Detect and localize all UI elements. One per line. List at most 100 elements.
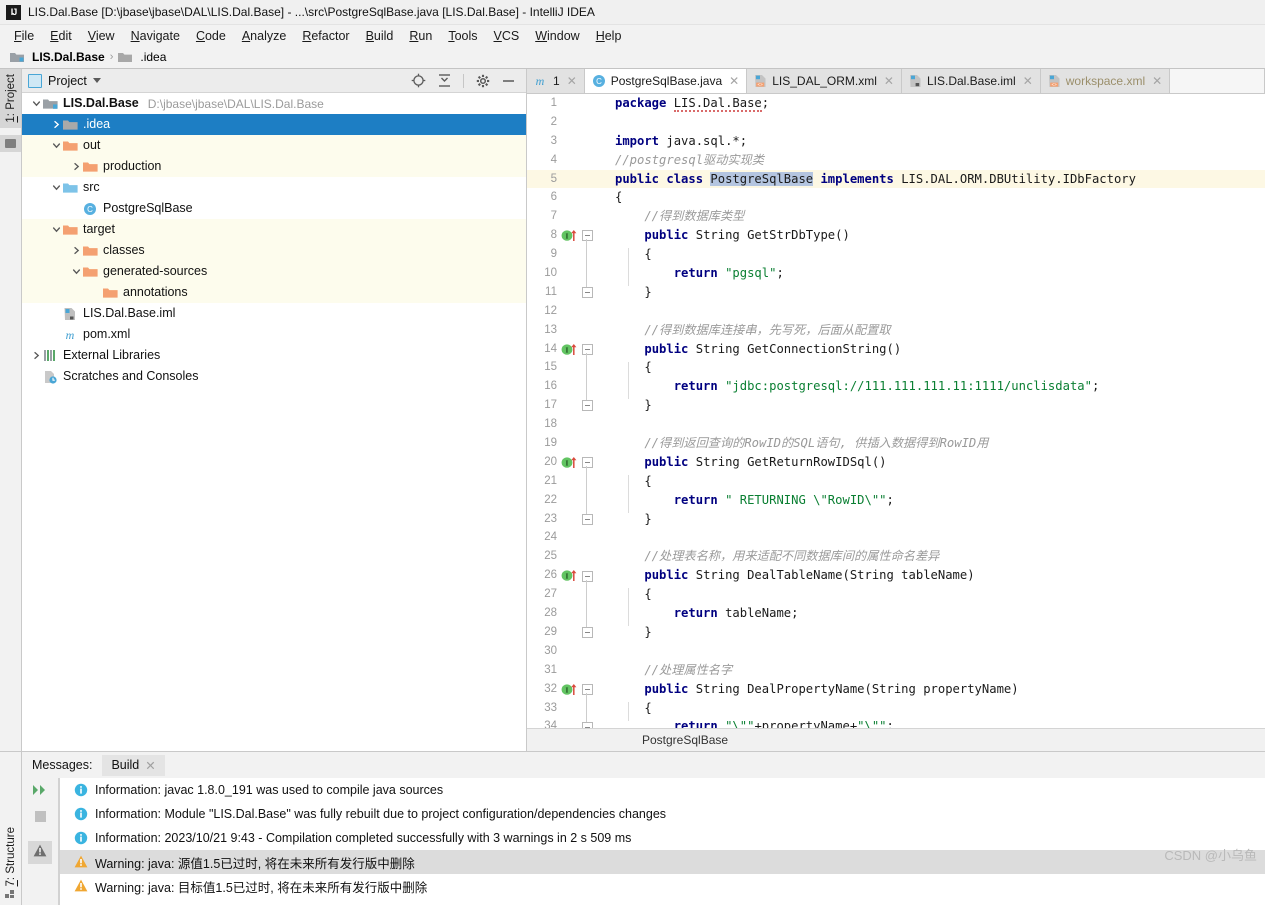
close-icon[interactable]: ✕: [567, 74, 577, 88]
code-token: String GetReturnRowIDSql(): [695, 454, 887, 469]
editor-tab-lis_dal_orm-xml[interactable]: <> LIS_DAL_ORM.xml ✕: [747, 69, 902, 93]
locate-target-icon[interactable]: [411, 73, 426, 88]
code-editor[interactable]: 1 package LIS.Dal.Base; 2 3 import java.sql.…: [527, 94, 1265, 728]
tree-chevron-down-icon[interactable]: [50, 141, 63, 150]
grid-icon[interactable]: [5, 889, 16, 903]
fold-collapse-icon[interactable]: [582, 513, 593, 525]
menu-item-refactor[interactable]: Refactor: [294, 28, 357, 44]
collapse-all-icon[interactable]: [437, 73, 452, 88]
close-icon[interactable]: ✕: [145, 758, 155, 773]
close-icon[interactable]: ✕: [1152, 74, 1162, 88]
build-message-row[interactable]: Information: javac 1.8.0_191 was used to…: [60, 778, 1265, 802]
tree-row-src[interactable]: src: [22, 177, 526, 198]
tool-button-project[interactable]: 1: Project: [0, 69, 21, 128]
editor-tab-1[interactable]: m 1 ✕: [527, 69, 585, 93]
build-message-row[interactable]: Information: Module "LIS.Dal.Base" was f…: [60, 802, 1265, 826]
tree-row-postgresqlbase[interactable]: C PostgreSqlBase: [22, 198, 526, 219]
code-line: 1 package LIS.Dal.Base;: [527, 94, 1265, 113]
menu-item-run[interactable]: Run: [401, 28, 440, 44]
implements-method-icon[interactable]: I: [561, 456, 583, 469]
tree-row-target[interactable]: target: [22, 219, 526, 240]
fold-collapse-icon[interactable]: [582, 721, 593, 728]
tree-row--idea[interactable]: .idea: [22, 114, 526, 135]
code-line: 25 //处理表名称，用来适配不同数据库间的属性命名差异: [527, 547, 1265, 566]
chevron-down-icon[interactable]: [92, 78, 101, 83]
tree-chevron-down-icon[interactable]: [30, 99, 43, 108]
menu-item-file[interactable]: File: [6, 28, 42, 44]
build-message-row[interactable]: Warning: java: 源值1.5已过时, 将在未来所有发行版中删除: [60, 850, 1265, 874]
warning-filter-icon[interactable]: [28, 841, 52, 864]
tab-build[interactable]: Build ✕: [102, 754, 165, 776]
code-line: 2: [527, 113, 1265, 132]
line-number: 14: [544, 342, 557, 355]
tree-row-classes[interactable]: classes: [22, 240, 526, 261]
close-icon[interactable]: ✕: [884, 74, 894, 88]
line-number: 20: [544, 455, 557, 468]
gear-icon[interactable]: [475, 73, 490, 88]
tree-row-out[interactable]: out: [22, 135, 526, 156]
fold-collapse-icon[interactable]: [582, 627, 593, 639]
close-icon[interactable]: ✕: [1023, 74, 1033, 88]
tree-chevron-down-icon[interactable]: [50, 225, 63, 234]
implements-method-icon[interactable]: I: [561, 343, 583, 356]
code-line-text: {: [615, 358, 651, 377]
implements-method-icon[interactable]: I: [561, 683, 583, 696]
project-tree[interactable]: LIS.Dal.Base D:\jbase\jbase\DAL\LIS.Dal.B…: [22, 93, 526, 751]
tree-chevron-right-icon[interactable]: [70, 246, 83, 255]
menu-item-navigate[interactable]: Navigate: [123, 28, 188, 44]
stop-icon[interactable]: [33, 809, 48, 827]
expand-all-icon[interactable]: [32, 784, 48, 799]
menu-item-build[interactable]: Build: [358, 28, 402, 44]
tree-row-external-libraries[interactable]: External Libraries: [22, 345, 526, 366]
line-number: 27: [544, 588, 557, 601]
tree-row-pom-xml[interactable]: m pom.xml: [22, 324, 526, 345]
minimize-icon[interactable]: [501, 73, 516, 88]
menu-item-vcs[interactable]: VCS: [486, 28, 528, 44]
line-number: 6: [550, 191, 557, 204]
tool-button-folder[interactable]: [0, 135, 21, 152]
fold-collapse-icon[interactable]: [582, 230, 593, 242]
fold-collapse-icon[interactable]: [582, 343, 593, 355]
line-number: 34: [544, 720, 557, 728]
tree-row-lis-dal-base-iml[interactable]: LIS.Dal.Base.iml: [22, 303, 526, 324]
tree-row-annotations[interactable]: annotations: [22, 282, 526, 303]
tree-row-scratches-and-consoles[interactable]: Scratches and Consoles: [22, 366, 526, 387]
tree-chevron-down-icon[interactable]: [70, 267, 83, 276]
close-icon[interactable]: ✕: [729, 74, 739, 88]
fold-collapse-icon[interactable]: [582, 457, 593, 469]
breadcrumb-item-idea[interactable]: .idea: [116, 50, 168, 64]
build-message-row[interactable]: Warning: java: 目标值1.5已过时, 将在未来所有发行版中删除: [60, 874, 1265, 898]
tree-row-production[interactable]: production: [22, 156, 526, 177]
menu-item-view[interactable]: View: [80, 28, 123, 44]
menu-item-window[interactable]: Window: [527, 28, 587, 44]
tree-row-lis-dal-base[interactable]: LIS.Dal.Base D:\jbase\jbase\DAL\LIS.Dal.B…: [22, 93, 526, 114]
tree-chevron-right-icon[interactable]: [70, 162, 83, 171]
code-token: //得到数据库类型: [615, 209, 745, 224]
implements-method-icon[interactable]: I: [561, 569, 583, 582]
tool-button-structure[interactable]: 7: Structure: [0, 822, 21, 891]
code-token: ;: [761, 96, 770, 110]
build-message-list[interactable]: Information: javac 1.8.0_191 was used to…: [59, 778, 1265, 905]
code-token: {: [615, 587, 652, 602]
editor-tab-lis-dal-base-iml[interactable]: LIS.Dal.Base.iml ✕: [901, 69, 1041, 93]
tree-row-generated-sources[interactable]: generated-sources: [22, 261, 526, 282]
fold-collapse-icon[interactable]: [582, 287, 593, 298]
menu-item-edit[interactable]: Edit: [42, 28, 80, 44]
tree-chevron-right-icon[interactable]: [30, 351, 43, 360]
menu-item-code[interactable]: Code: [188, 28, 234, 44]
line-number: 17: [544, 399, 557, 412]
implements-method-icon[interactable]: I: [561, 229, 583, 242]
menu-item-tools[interactable]: Tools: [440, 28, 485, 44]
fold-collapse-icon[interactable]: [582, 570, 593, 582]
menu-item-help[interactable]: Help: [588, 28, 630, 44]
tree-chevron-down-icon[interactable]: [50, 183, 63, 192]
tree-chevron-right-icon[interactable]: [50, 120, 63, 129]
editor-tab-postgresqlbase-java[interactable]: C PostgreSqlBase.java ✕: [584, 69, 748, 93]
build-message-row[interactable]: Information: 2023/10/21 9:43 - Compilati…: [60, 826, 1265, 850]
menu-item-analyze[interactable]: Analyze: [234, 28, 294, 44]
svg-text:I: I: [566, 232, 569, 241]
fold-collapse-icon[interactable]: [582, 683, 593, 695]
editor-tab-workspace-xml[interactable]: <> workspace.xml ✕: [1040, 69, 1171, 93]
fold-collapse-icon[interactable]: [582, 400, 593, 412]
breadcrumb-item-LISDalBase[interactable]: LIS.Dal.Base: [8, 50, 107, 64]
